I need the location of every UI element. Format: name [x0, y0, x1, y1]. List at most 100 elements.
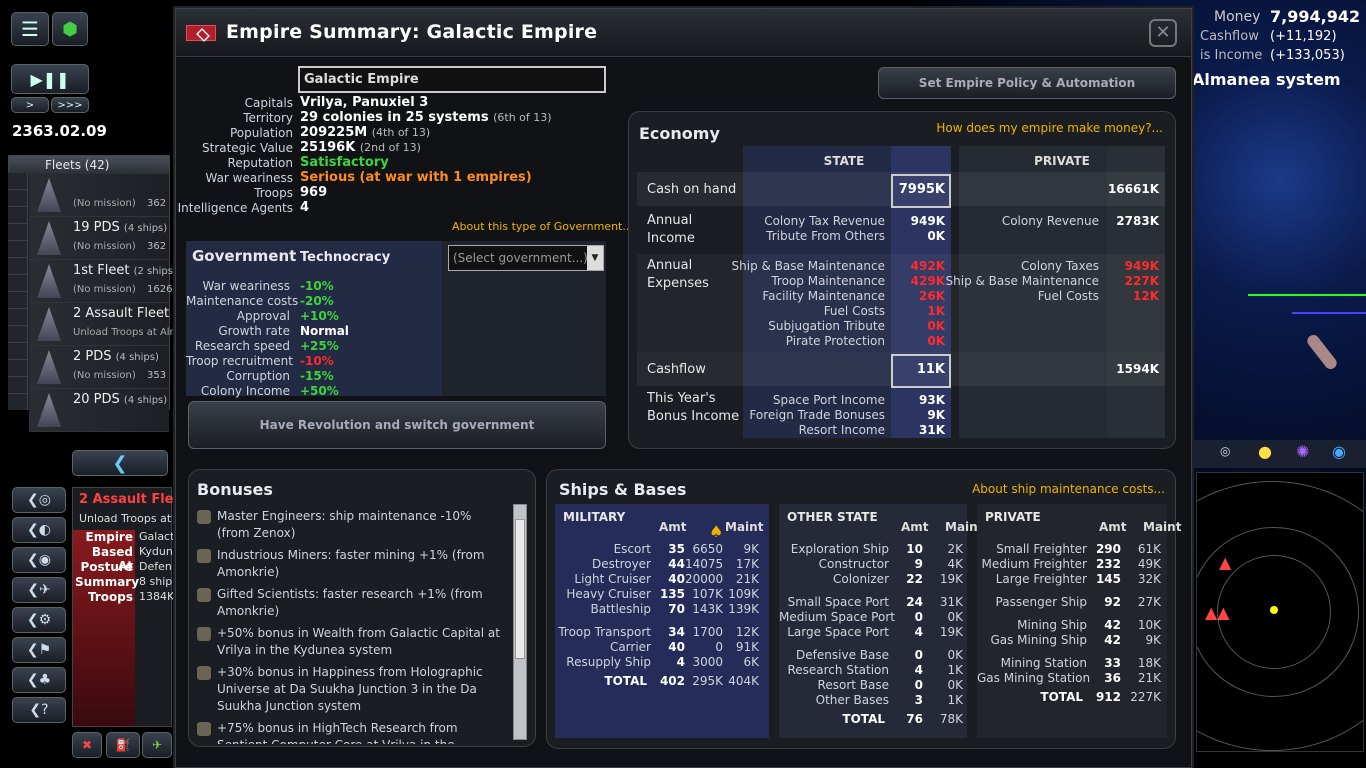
galaxy-view-icon[interactable]: ✺: [1296, 442, 1309, 461]
fleet-list-item[interactable]: (No mission) 362: [29, 174, 169, 217]
ship-maintenance: 10K: [1137, 618, 1161, 632]
fleet-name-text: 20 PDS: [73, 392, 120, 407]
ship-type-label: Constructor: [818, 557, 889, 571]
list-icon: ☰: [21, 17, 39, 41]
selected-fleet-field-value: Kydun: [139, 545, 173, 558]
fleet-mission: Unload Troops at Alman: [73, 327, 192, 338]
economy-line-label: Colony Revenue: [1001, 214, 1099, 228]
ship-cost: 143K: [692, 602, 723, 616]
stat-value-text: 969: [300, 185, 328, 200]
collapse-left-button[interactable]: ❮: [72, 450, 168, 476]
fleet-list-item[interactable]: 1st Fleet (2 ships) (No mission) 1626: [29, 260, 177, 303]
ship-amount: 44: [668, 557, 685, 571]
game-date: 2363.02.09: [12, 122, 107, 140]
ships-help-link[interactable]: About ship maintenance costs...: [972, 482, 1165, 496]
economy-help-link[interactable]: How does my empire make money?...: [936, 121, 1163, 135]
engineer-icon: [197, 510, 211, 524]
fleet-list-item[interactable]: 2 Assault Fleet Unload Troops at Alman: [29, 303, 192, 346]
scroll-thumb[interactable]: [515, 519, 525, 659]
fleet-list-item[interactable]: 2 PDS (4 ships) (No mission) 353: [29, 346, 169, 389]
fleet-ship-icon: [37, 350, 61, 384]
stat-rank: (2nd of 13): [359, 141, 421, 154]
empire-policy-button[interactable]: Set Empire Policy & Automation: [878, 67, 1176, 99]
fleet-line-green: [1248, 294, 1366, 296]
economy-line-label: Colony Taxes: [1021, 259, 1099, 273]
ship-amount: 135: [659, 587, 685, 601]
money-label: Money: [1214, 9, 1261, 25]
cashflow-label: Cashflow: [647, 362, 706, 377]
selected-fleet-field-label: Troops: [87, 590, 133, 604]
fleet-ship-count: (4 ships): [123, 223, 168, 234]
bonus-text: Gifted Scientists: faster research +1% (…: [217, 587, 483, 618]
left-tool-button-gear[interactable]: ❮⚙: [12, 607, 66, 633]
government-effect-value: +10%: [300, 309, 339, 323]
menu-button[interactable]: ☰: [11, 12, 49, 46]
ship-amount: 290: [1095, 542, 1121, 556]
ship-button[interactable]: ✈: [142, 732, 172, 758]
fleet-ship-count: (2 ships): [133, 266, 177, 277]
system-minimap[interactable]: ▲ ▲▲: [1196, 472, 1364, 752]
ship-type-label: Gas Mining Station: [977, 671, 1091, 685]
left-tool-button-flag[interactable]: ❮⚑: [12, 637, 66, 663]
close-button[interactable]: ✕: [1149, 19, 1177, 47]
selected-fleet-panel[interactable]: 2 Assault Flee Unload Troops at A Empire…: [72, 487, 173, 727]
speed-fast-button[interactable]: >>>: [51, 97, 89, 113]
empire-name-input[interactable]: [298, 66, 606, 93]
government-about-link[interactable]: About this type of Government...: [452, 220, 633, 233]
ship-type-label: Medium Space Port: [779, 610, 895, 624]
fuel-button[interactable]: ⛽: [106, 732, 140, 758]
bonus-text: +75% bonus in HighTech Research from Sen…: [217, 721, 458, 744]
government-effect-label: Research speed: [194, 339, 290, 353]
fleet-list[interactable]: Fleets (42) (No mission) 362 19 PDS (4 shi…: [8, 155, 192, 432]
cash-private-value: 16661K: [1107, 182, 1159, 196]
economy-panel: Economy How does my empire make money?..…: [628, 111, 1176, 449]
government-effect-value: -20%: [300, 294, 334, 308]
ship-cost: 107K: [692, 587, 723, 601]
fleet-list-item[interactable]: 20 PDS (4 ships): [29, 389, 169, 432]
revolution-button[interactable]: Have Revolution and switch government: [188, 401, 606, 449]
help-shield-button[interactable]: ⬢: [52, 12, 88, 46]
scrap-button[interactable]: ✖: [72, 732, 102, 758]
ship-type-label: Carrier: [609, 640, 651, 654]
private-header: PRIVATE: [1034, 154, 1090, 168]
government-select[interactable]: (Select government...) ▼: [448, 245, 604, 271]
left-tool-button-moon[interactable]: ❮◐: [12, 517, 66, 543]
selected-fleet-field-label: Empire: [85, 530, 133, 544]
total-maintenance: 78K: [939, 712, 963, 726]
ship-cost: 6650: [692, 542, 723, 556]
stat-label: Intelligence Agents: [177, 201, 293, 215]
pause-button[interactable]: ▶❚❚: [11, 64, 89, 94]
stat-value: 969: [300, 185, 327, 200]
fleet-filter-column[interactable]: [8, 173, 28, 410]
selected-fleet-field-value: 1384K: [139, 590, 173, 603]
ship-amount: 10: [906, 542, 923, 556]
star-view-icon[interactable]: ●: [1258, 442, 1272, 461]
fleet-name: 2 Assault Fleet: [73, 306, 169, 321]
stat-value: Satisfactory: [300, 155, 389, 170]
economy-line-value: 2783K: [1116, 214, 1159, 228]
government-effect-label: Troop recruitment: [186, 354, 293, 368]
left-tool-button-target[interactable]: ❮◎: [12, 487, 66, 513]
left-tool-button-tree[interactable]: ❮♣: [12, 667, 66, 693]
fleet-name-text: 1st Fleet: [73, 263, 130, 278]
cashflow-private-value: 1594K: [1116, 362, 1159, 376]
bonus-scrollbar[interactable]: [513, 504, 527, 740]
speed-slow-button[interactable]: >: [11, 97, 49, 113]
left-tool-button-plane[interactable]: ❮✈: [12, 577, 66, 603]
cashflow-state-value: 11K: [916, 362, 945, 377]
ship-amount: 22: [906, 572, 923, 586]
left-tool-button-help[interactable]: ❮?: [12, 697, 66, 723]
ship-amount: 3: [914, 693, 923, 707]
nebula-view-icon[interactable]: ◎: [1220, 444, 1230, 458]
enemy-fleet-marker[interactable]: ▲: [1219, 553, 1231, 572]
stat-label: Population: [229, 126, 293, 140]
ship-amount: 0: [914, 610, 923, 624]
enemy-base-marker[interactable]: ▲▲: [1205, 603, 1230, 622]
fleet-list-item[interactable]: 19 PDS (4 ships) (No mission) 362: [29, 217, 169, 260]
bonus-list[interactable]: Master Engineers: ship maintenance -10% …: [189, 504, 511, 744]
planet-view-icon[interactable]: ◉: [1332, 442, 1346, 461]
left-tool-button-eye[interactable]: ❮◉: [12, 547, 66, 573]
view-toolbar[interactable]: ◎ ● ✺ ◉: [1192, 440, 1366, 468]
amt-header: Amt: [659, 520, 687, 534]
government-effect-label: Colony Income: [200, 384, 290, 398]
